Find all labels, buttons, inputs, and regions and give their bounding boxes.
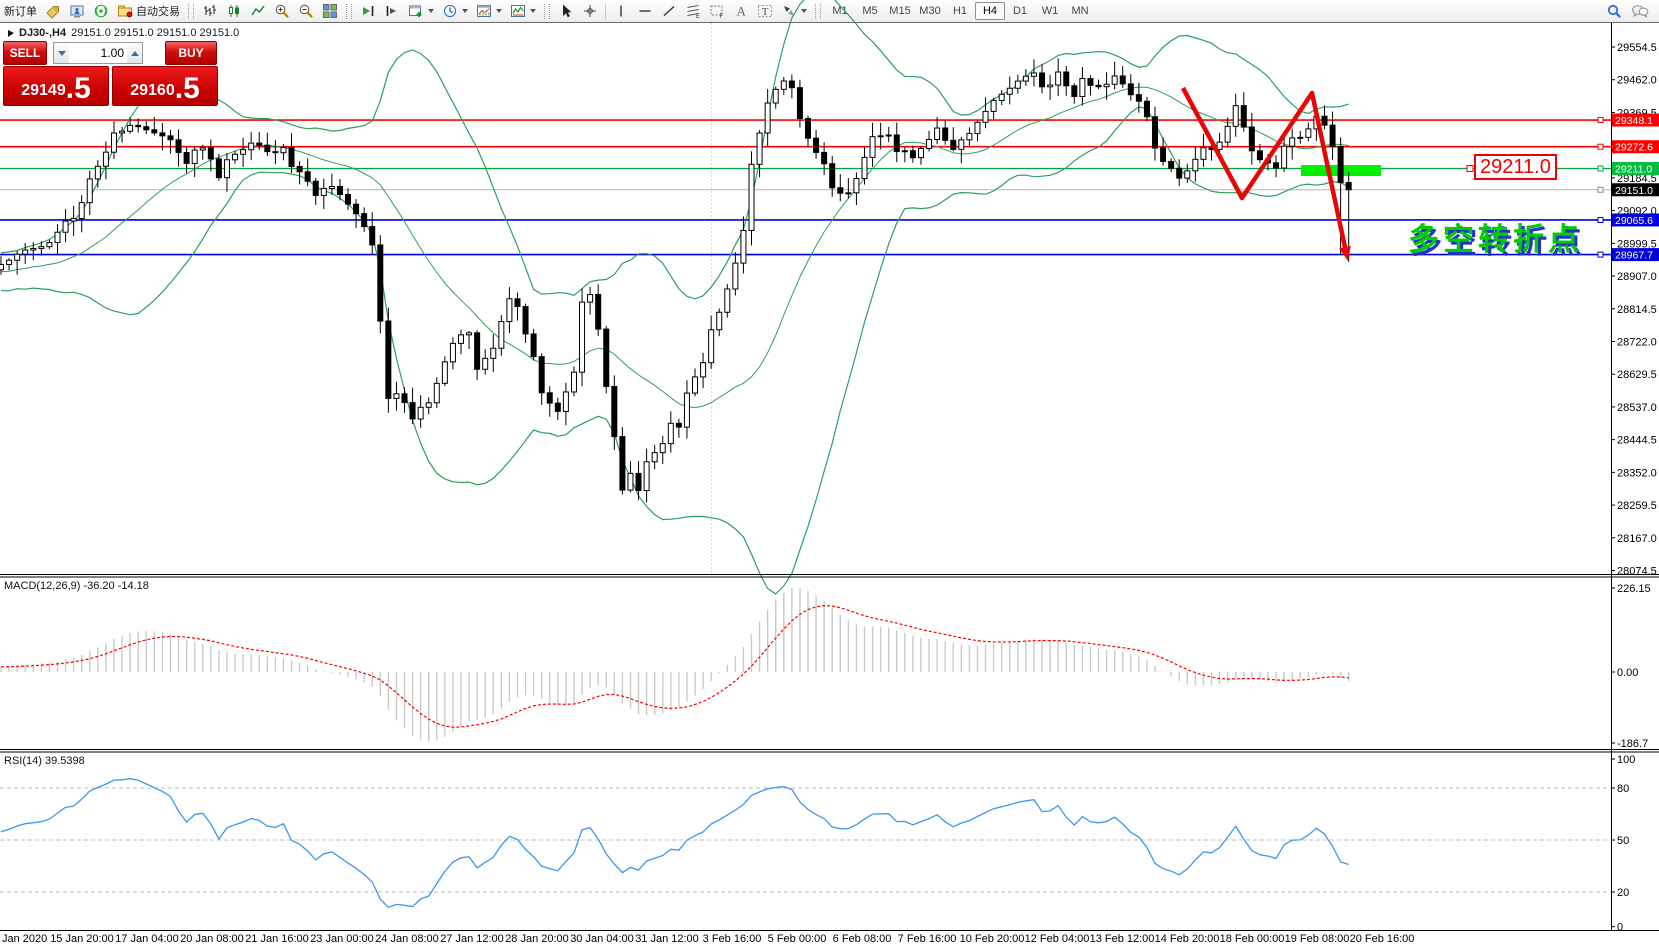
svg-text:19 Feb 08:00: 19 Feb 08:00 xyxy=(1285,933,1350,945)
svg-text:100: 100 xyxy=(1617,754,1635,766)
svg-text:7 Feb 16:00: 7 Feb 16:00 xyxy=(898,933,957,945)
svg-text:29272.6: 29272.6 xyxy=(1615,142,1653,154)
ohlc-values: 29151.0 29151.0 29151.0 29151.0 xyxy=(71,27,239,39)
svg-text:50: 50 xyxy=(1617,835,1629,847)
horizontal-level-lines xyxy=(0,120,1611,255)
one-click-trading-panel: SELL BUY 29149 .5 29160 .5 xyxy=(3,42,218,106)
macd-axis: 226.15 0.00 -186.7 xyxy=(1611,583,1651,750)
svg-text:28167.0: 28167.0 xyxy=(1617,533,1657,545)
svg-text:0: 0 xyxy=(1617,922,1623,934)
svg-text:29554.5: 29554.5 xyxy=(1617,42,1657,54)
svg-text:24 Jan 08:00: 24 Jan 08:00 xyxy=(375,933,439,945)
mt4-terminal: { "toolbar": { "new_order_label": "新订单",… xyxy=(0,0,1659,948)
macd-indicator-label: MACD(12,26,9) -36.20 -14.18 xyxy=(4,580,149,592)
svg-text:27 Jan 12:00: 27 Jan 12:00 xyxy=(440,933,504,945)
sell-price-button[interactable]: 29149 .5 xyxy=(3,66,109,106)
chart-canvas[interactable]: 29554.529462.029369.529277.029184.529092… xyxy=(0,0,1659,948)
svg-text:21 Jan 16:00: 21 Jan 16:00 xyxy=(245,933,309,945)
svg-text:28967.7: 28967.7 xyxy=(1615,250,1653,262)
svg-text:80: 80 xyxy=(1617,783,1629,795)
svg-text:29211.0: 29211.0 xyxy=(1615,164,1652,176)
svg-text:5 Feb 00:00: 5 Feb 00:00 xyxy=(768,933,827,945)
svg-text:23 Jan 00:00: 23 Jan 00:00 xyxy=(310,933,374,945)
macd-histogram xyxy=(1,588,1349,741)
svg-text:17 Jan 04:00: 17 Jan 04:00 xyxy=(115,933,179,945)
svg-text:12 Feb 04:00: 12 Feb 04:00 xyxy=(1025,933,1090,945)
svg-text:28259.5: 28259.5 xyxy=(1617,500,1657,512)
panel-frames xyxy=(0,23,1659,931)
svg-text:29462.0: 29462.0 xyxy=(1617,75,1657,87)
svg-text:28907.0: 28907.0 xyxy=(1617,271,1657,283)
volume-increase-button[interactable] xyxy=(127,43,142,63)
volume-stepper xyxy=(53,42,143,64)
svg-text:14 Jan 2020: 14 Jan 2020 xyxy=(0,933,47,945)
rsi-line xyxy=(1,779,1349,908)
svg-text:13 Feb 12:00: 13 Feb 12:00 xyxy=(1090,933,1155,945)
svg-text:20: 20 xyxy=(1617,887,1629,899)
svg-text:226.15: 226.15 xyxy=(1617,583,1651,595)
rsi-indicator-label: RSI(14) 39.5398 xyxy=(4,755,85,767)
rsi-level-lines xyxy=(0,788,1611,892)
symbol-period-label: DJ30-,H4 xyxy=(19,27,66,39)
svg-text:28352.0: 28352.0 xyxy=(1617,467,1657,479)
svg-text:0.00: 0.00 xyxy=(1617,667,1638,679)
time-axis: 14 Jan 202015 Jan 20:0017 Jan 04:0020 Ja… xyxy=(0,933,1414,945)
svg-text:31 Jan 12:00: 31 Jan 12:00 xyxy=(635,933,699,945)
svg-text:28629.5: 28629.5 xyxy=(1617,369,1657,381)
svg-text:-186.7: -186.7 xyxy=(1617,738,1648,750)
svg-text:18 Feb 00:00: 18 Feb 00:00 xyxy=(1220,933,1285,945)
buy-price-frac: .5 xyxy=(175,74,200,104)
svg-text:3 Feb 16:00: 3 Feb 16:00 xyxy=(703,933,762,945)
svg-text:6 Feb 08:00: 6 Feb 08:00 xyxy=(833,933,892,945)
svg-text:15 Jan 20:00: 15 Jan 20:00 xyxy=(50,933,114,945)
svg-text:29065.6: 29065.6 xyxy=(1615,215,1653,227)
sell-button[interactable]: SELL xyxy=(3,41,47,65)
svg-text:28 Jan 20:00: 28 Jan 20:00 xyxy=(505,933,569,945)
price-callout-label[interactable]: 29211.0 xyxy=(1474,154,1557,180)
svg-text:29151.0: 29151.0 xyxy=(1615,185,1653,197)
volume-decrease-button[interactable] xyxy=(54,43,69,63)
callout-anchor[interactable] xyxy=(1467,166,1473,172)
sell-price-int: 29149 xyxy=(21,78,66,104)
svg-text:30 Jan 04:00: 30 Jan 04:00 xyxy=(570,933,634,945)
buy-button[interactable]: BUY xyxy=(165,41,217,65)
svg-text:10 Feb 20:00: 10 Feb 20:00 xyxy=(960,933,1025,945)
svg-text:29348.1: 29348.1 xyxy=(1615,115,1653,127)
candles xyxy=(0,58,1351,502)
chart-marker-icon xyxy=(8,30,14,37)
volume-input[interactable] xyxy=(69,46,127,60)
svg-text:28444.5: 28444.5 xyxy=(1617,435,1657,447)
sell-price-frac: .5 xyxy=(66,74,91,104)
rsi-axis: 100 80 50 20 0 xyxy=(1611,754,1635,934)
buy-price-int: 29160 xyxy=(130,78,175,104)
svg-text:20 Feb 16:00: 20 Feb 16:00 xyxy=(1350,933,1415,945)
svg-text:14 Feb 20:00: 14 Feb 20:00 xyxy=(1155,933,1220,945)
svg-text:28814.5: 28814.5 xyxy=(1617,304,1657,316)
buy-price-button[interactable]: 29160 .5 xyxy=(112,66,218,106)
annotation-text[interactable]: 多空转折点 xyxy=(1408,214,1583,259)
svg-text:28722.0: 28722.0 xyxy=(1617,336,1657,348)
svg-text:28537.0: 28537.0 xyxy=(1617,402,1657,414)
svg-text:28074.5: 28074.5 xyxy=(1617,566,1657,578)
symbol-title: DJ30-,H4 29151.0 29151.0 29151.0 29151.0 xyxy=(8,27,239,39)
svg-text:20 Jan 08:00: 20 Jan 08:00 xyxy=(180,933,244,945)
